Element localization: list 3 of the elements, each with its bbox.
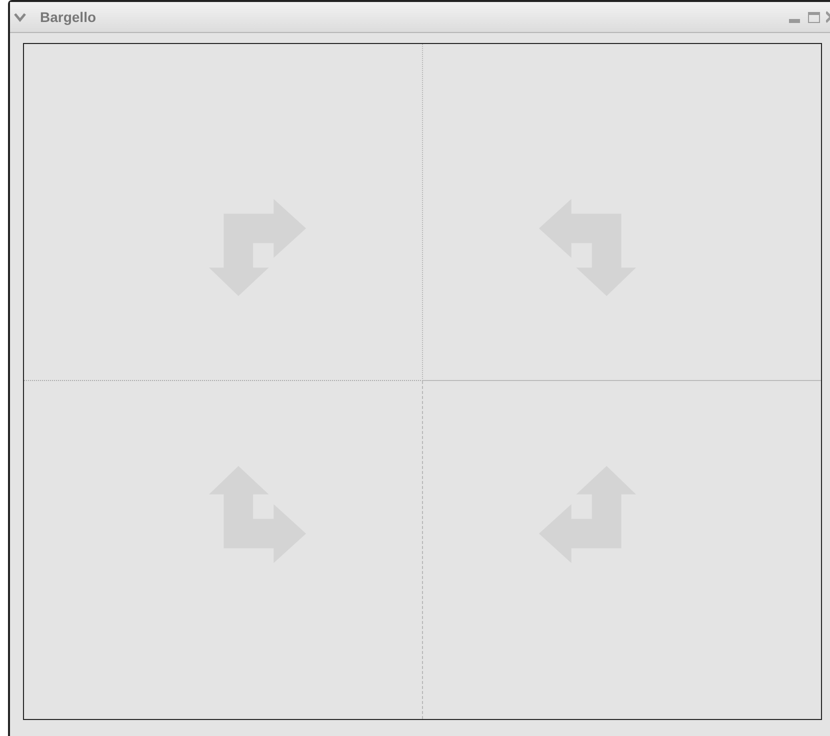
window-title: Bargello — [40, 8, 96, 27]
maximize-icon[interactable] — [808, 12, 820, 22]
chevron-down-icon[interactable] — [14, 12, 26, 22]
